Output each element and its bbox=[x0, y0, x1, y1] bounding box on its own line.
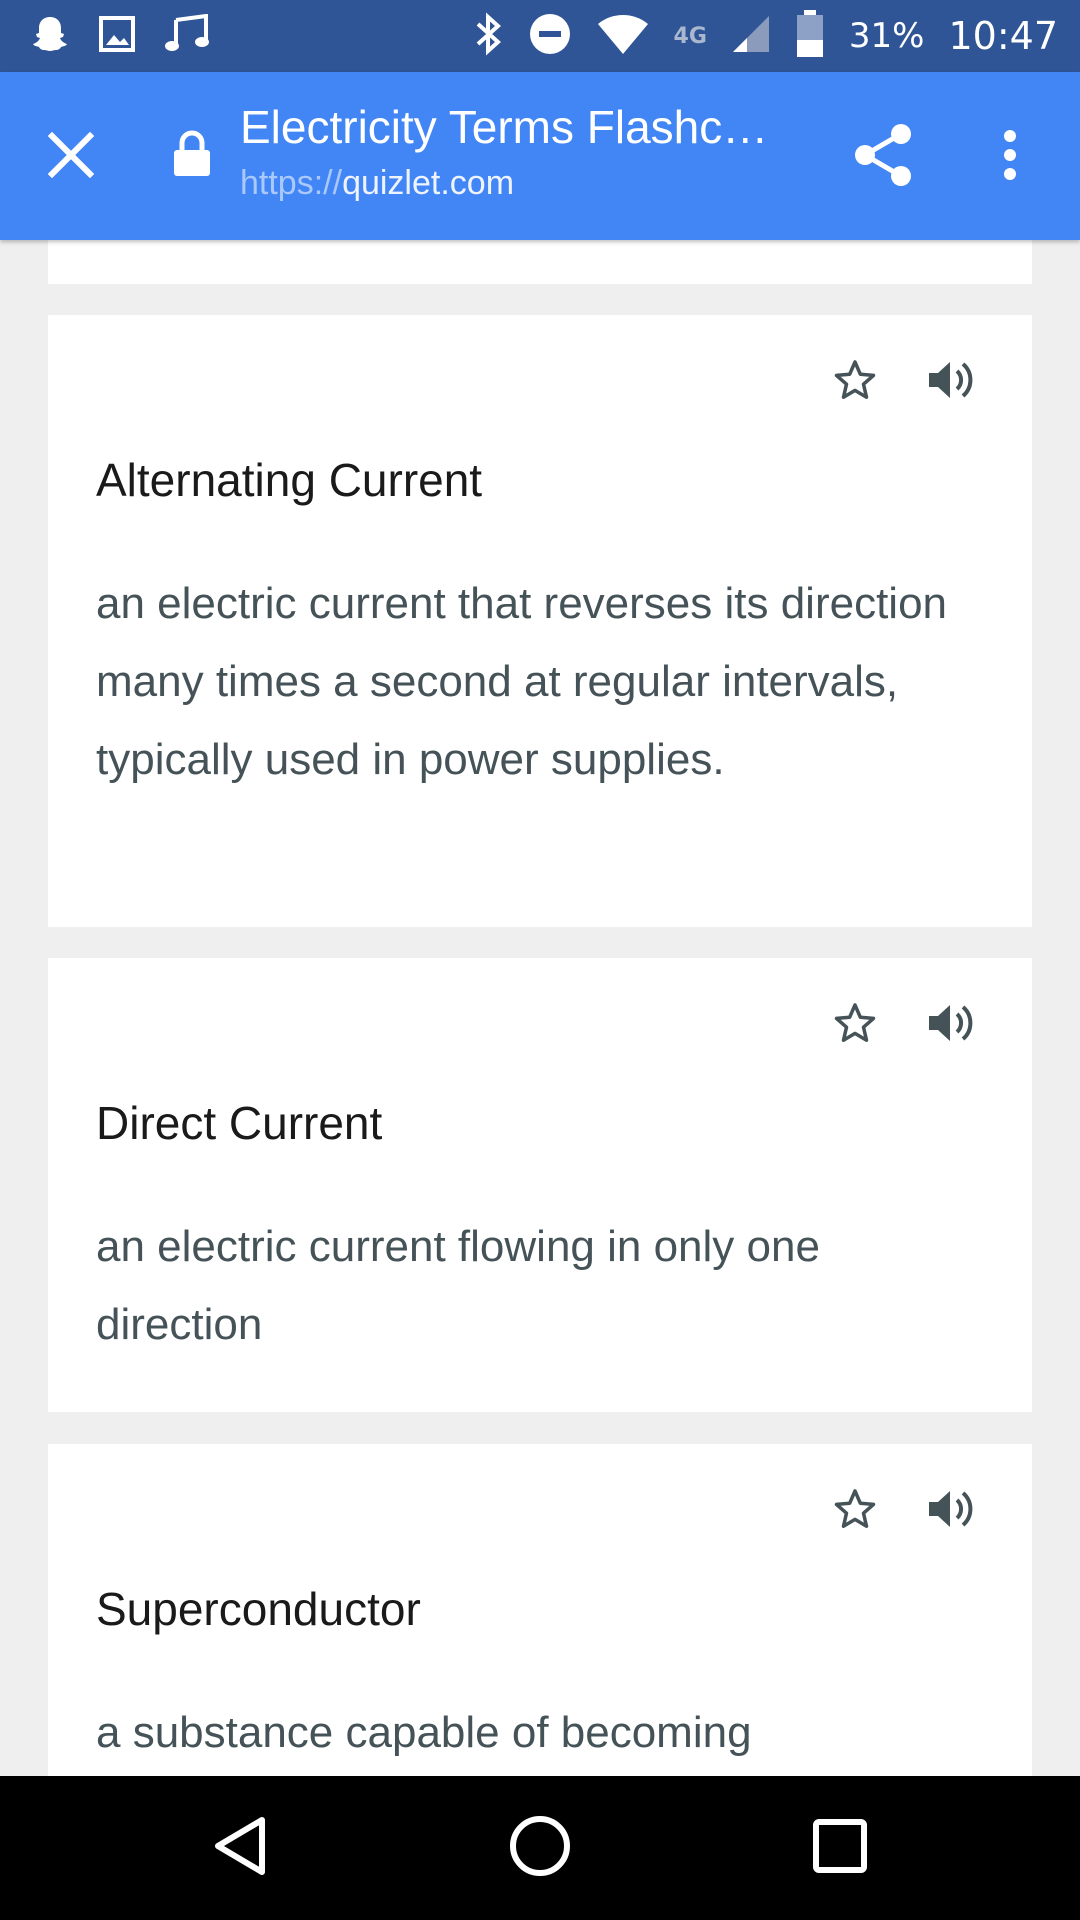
system-nav-bar bbox=[0, 1776, 1080, 1920]
more-vertical-icon bbox=[1002, 129, 1018, 185]
star-button[interactable] bbox=[826, 996, 884, 1054]
star-icon bbox=[833, 1001, 877, 1049]
flashcard: Direct Current an electric current flowi… bbox=[48, 958, 1032, 1412]
browser-toolbar: Electricity Terms Flashc… https://quizle… bbox=[0, 72, 1080, 240]
back-button[interactable] bbox=[200, 1808, 280, 1888]
card-actions bbox=[826, 996, 980, 1054]
share-button[interactable] bbox=[848, 122, 918, 192]
share-icon bbox=[853, 123, 913, 191]
flashcard: Alternating Current an electric current … bbox=[48, 315, 1032, 927]
speaker-icon bbox=[927, 1001, 975, 1049]
close-button[interactable] bbox=[36, 122, 106, 192]
definition: an electric current flowing in only one … bbox=[96, 1222, 820, 1349]
status-bar-notifications bbox=[30, 12, 212, 60]
cell-signal-icon bbox=[731, 14, 771, 58]
audio-button[interactable] bbox=[922, 996, 980, 1054]
bluetooth-icon bbox=[474, 12, 504, 60]
audio-button[interactable] bbox=[922, 1482, 980, 1540]
do-not-disturb-icon bbox=[528, 12, 572, 60]
status-bar: 4G 31% 10:47 bbox=[0, 0, 1080, 72]
home-circle-icon bbox=[508, 1814, 572, 1882]
recents-button[interactable] bbox=[800, 1808, 880, 1888]
definition: an electric current that reverses its di… bbox=[96, 579, 948, 784]
card-actions bbox=[826, 353, 980, 411]
recents-square-icon bbox=[812, 1818, 868, 1878]
gallery-icon bbox=[98, 15, 136, 57]
more-options-button[interactable] bbox=[980, 122, 1040, 192]
page-title-block[interactable]: Electricity Terms Flashc… https://quizle… bbox=[240, 100, 800, 203]
flashcard: Superconductor a substance capable of be… bbox=[48, 1444, 1032, 1776]
term: Superconductor bbox=[96, 1583, 421, 1635]
definition: a substance capable of becoming bbox=[96, 1708, 752, 1757]
battery-icon bbox=[795, 10, 825, 62]
speaker-icon bbox=[927, 358, 975, 406]
music-icon bbox=[164, 13, 212, 58]
star-icon bbox=[833, 358, 877, 406]
battery-percent: 31% bbox=[848, 16, 925, 56]
network-type-label: 4G bbox=[673, 23, 707, 49]
term: Direct Current bbox=[96, 1097, 383, 1149]
flashcard-list[interactable]: Alternating Current an electric current … bbox=[0, 240, 1080, 1776]
clock: 10:47 bbox=[948, 14, 1058, 58]
snapchat-icon bbox=[30, 14, 70, 58]
flashcard-partial bbox=[48, 240, 1032, 284]
status-bar-system: 4G 31% 10:47 bbox=[474, 10, 1058, 62]
page-url: https://quizlet.com bbox=[240, 164, 800, 203]
lock-icon bbox=[172, 130, 212, 182]
term: Alternating Current bbox=[96, 454, 483, 506]
speaker-icon bbox=[927, 1487, 975, 1535]
page-title: Electricity Terms Flashc… bbox=[240, 101, 769, 153]
url-scheme: https:// bbox=[240, 164, 343, 202]
back-triangle-icon bbox=[210, 1814, 270, 1882]
star-icon bbox=[833, 1487, 877, 1535]
close-icon bbox=[47, 131, 95, 182]
audio-button[interactable] bbox=[922, 353, 980, 411]
url-host: quizlet.com bbox=[342, 164, 515, 202]
card-actions bbox=[826, 1482, 980, 1540]
star-button[interactable] bbox=[826, 1482, 884, 1540]
star-button[interactable] bbox=[826, 353, 884, 411]
wifi-icon bbox=[596, 12, 650, 60]
home-button[interactable] bbox=[500, 1808, 580, 1888]
